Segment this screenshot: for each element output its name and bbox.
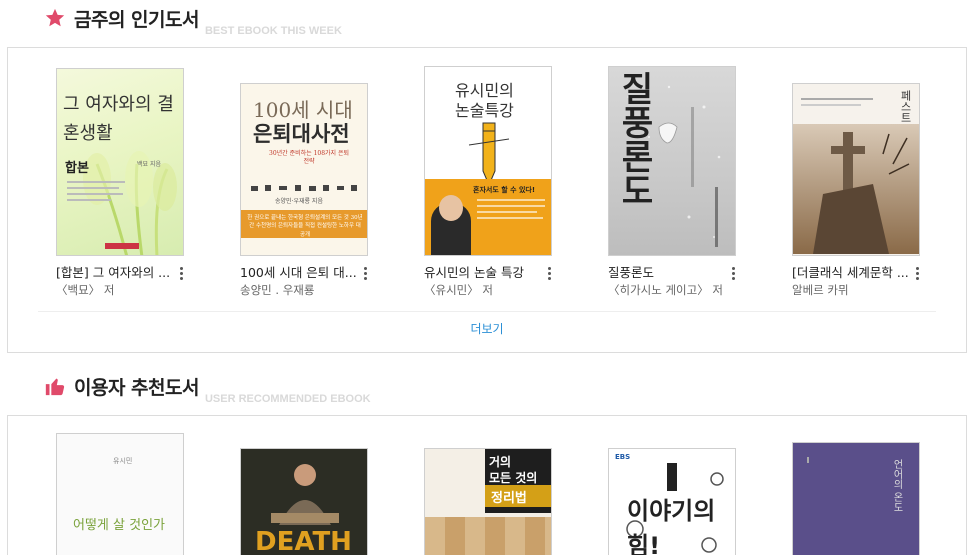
book-cover[interactable]: 유시민 어떻게 살 것인가 [56,433,184,555]
rec-section-header: 이용자 추천도서 USER RECOMMENDED EBOOK [44,372,371,405]
cover-title-text: DEATH [255,527,352,555]
cover-title-text: 그 여자와의 결혼생활 [63,94,174,144]
cover-photo [793,124,919,254]
more-options-icon[interactable] [728,266,738,282]
more-options-icon[interactable] [544,266,554,282]
cover-title-text: 어떻게 살 것인가 [73,518,165,533]
book-cover[interactable]: 유시민의 논술특강 혼자서도 할 수 있다! [424,66,552,256]
book-cover[interactable]: 페스트 [792,83,920,256]
best-section-header: 금주의 인기도서 BEST EBOOK THIS WEEK [44,4,342,37]
cover-tag: 합본 [65,161,89,176]
thumbs-up-icon [44,375,66,397]
divider [38,311,936,312]
cover-icons [251,178,359,191]
cover-band: 정리법 [485,485,551,507]
best-books-panel: 그 여자와의 결혼생활 합본 백묘 지음 [합본] 그 여자와의 ... 〈백묘… [7,47,967,353]
book-author[interactable]: 〈백묘〉 저 [56,282,114,298]
cover-author: 유시민 [113,457,133,465]
book-title[interactable]: 질풍론도 [608,262,736,281]
book-author[interactable]: 〈히가시노 게이고〉 저 [608,282,723,298]
cover-shelves [425,517,551,555]
book-author[interactable]: 송양민 . 우재룡 [240,282,314,298]
cover-title-text: 페스트 [899,90,912,123]
cover-title-text: 질풍론도 [614,71,654,207]
book-author[interactable]: 〈유시민〉 저 [424,282,493,298]
book-title[interactable]: 100세 시대 은퇴 대... [240,262,368,281]
cover-band: 혼자서도 할 수 있다! [425,179,551,255]
cover-band: 한 권으로 끝내는 한국형 은퇴설계의 모든 것 30년간 수천명의 은퇴자들을… [241,210,367,238]
star-icon [44,7,66,29]
cover-author: 백묘 지음 [137,161,161,168]
cover-subtitle: 30년간 준비하는 108가지 은퇴전략 [269,150,350,166]
best-section-title: 금주의 인기도서 [74,9,199,31]
more-options-icon[interactable] [912,266,922,282]
more-options-icon[interactable] [176,266,186,282]
book-author[interactable]: 알베르 카뮈 [792,282,849,298]
cover-spine-text [691,107,694,187]
cover-blurb [67,181,127,217]
cover-title-text: 언어의 온도 [891,459,902,513]
more-button[interactable]: 더보기 [8,320,966,337]
cover-title-line2: 논술특강 [455,101,514,120]
cover-title-line2: 은퇴대사전 [253,121,350,146]
book-cover[interactable]: 질풍론도 [608,66,736,256]
best-section-subtitle: BEST EBOOK THIS WEEK [204,25,342,37]
book-cover[interactable]: 거의 모든 것의 정리법 [424,448,552,555]
cover-authors: 송양민·우재룡 지음 [275,198,323,205]
book-title[interactable]: [더클래식 세계문학 ... [792,262,920,281]
book-cover[interactable]: 그 여자와의 결혼생활 합본 백묘 지음 [56,68,184,256]
book-cover[interactable]: 언어의 온도 [792,442,920,555]
rec-section-subtitle: USER RECOMMENDED EBOOK [204,393,371,405]
book-cover[interactable]: DEATH [240,448,368,555]
book-title[interactable]: 유시민의 논술 특강 [424,262,552,281]
rec-books-panel: 유시민 어떻게 살 것인가 DEATH 거의 모든 것의 정리법 EBS 이야기… [7,415,967,555]
book-cover[interactable]: EBS 이야기의 힘! [608,448,736,555]
rec-section-title: 이용자 추천도서 [74,377,199,399]
book-cover[interactable]: 100세 시대 은퇴대사전 30년간 준비하는 108가지 은퇴전략 송양민·우… [240,83,368,256]
publisher-logo [105,243,139,249]
book-title[interactable]: [합본] 그 여자와의 ... [56,262,184,281]
more-options-icon[interactable] [360,266,370,282]
cover-title-text: 이야기의 힘! [627,497,716,555]
